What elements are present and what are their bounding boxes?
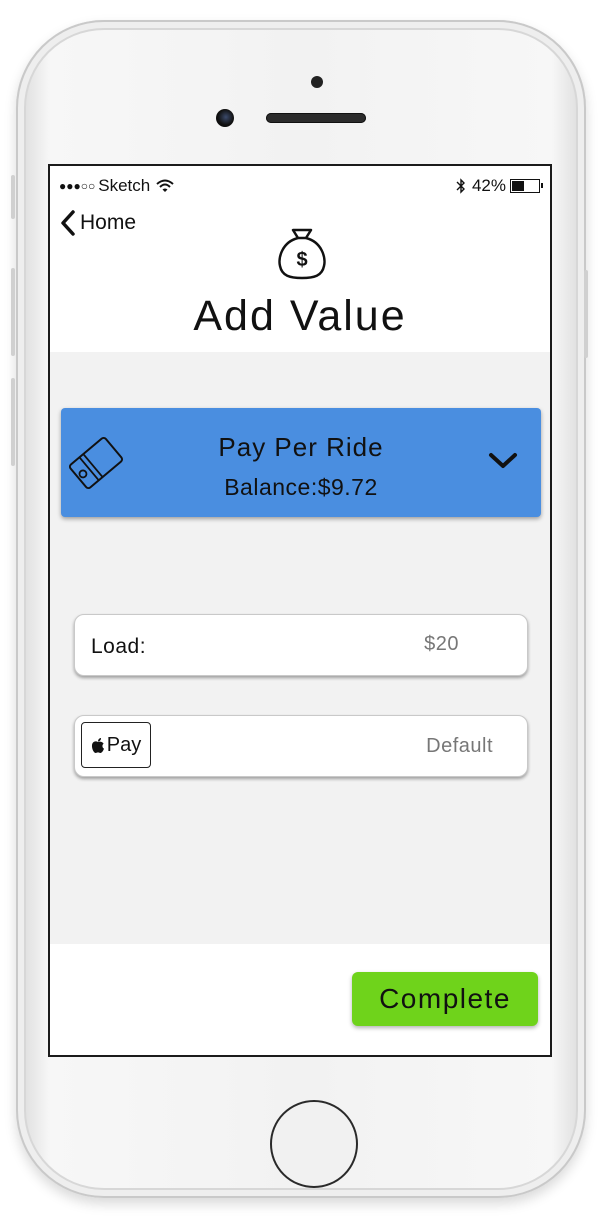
status-bar: ●●●○○ Sketch 42% [50, 174, 550, 198]
battery-percent: 42% [471, 176, 506, 195]
app-screen: ●●●○○ Sketch 42% Home $ Add Value Pay Pe… [48, 164, 552, 1057]
mute-switch[interactable] [11, 175, 15, 219]
chevron-left-icon [61, 210, 75, 236]
home-button[interactable] [270, 1100, 358, 1188]
fare-card-selector[interactable]: Pay Per Ride Balance:$9.72 [61, 408, 541, 517]
payment-method-field[interactable]: Pay Default [74, 715, 528, 777]
svg-text:$: $ [296, 249, 307, 271]
back-button[interactable]: Home [60, 210, 136, 236]
wifi-icon [156, 179, 174, 192]
money-bag-icon: $ [278, 228, 326, 280]
content-area: Pay Per Ride Balance:$9.72 Load: $20 Pay… [50, 352, 550, 944]
complete-button[interactable]: Complete [352, 972, 538, 1026]
front-camera [216, 109, 234, 127]
card-name: Pay Per Ride [218, 432, 384, 462]
apple-pay-label: Pay [106, 733, 142, 756]
load-label: Load: [91, 635, 147, 658]
proximity-sensor [311, 76, 323, 88]
chevron-down-icon[interactable] [487, 450, 519, 472]
payment-default-value: Default [426, 735, 493, 757]
volume-down-button[interactable] [11, 378, 15, 466]
volume-up-button[interactable] [11, 268, 15, 356]
load-amount-field[interactable]: Load: $20 [74, 614, 528, 676]
apple-pay-badge: Pay [81, 722, 151, 768]
carrier-name: Sketch [98, 176, 151, 195]
battery-icon [510, 179, 543, 193]
page-title: Add Value [193, 292, 407, 340]
load-amount-value: $20 [424, 633, 459, 655]
status-left: ●●●○○ Sketch [59, 176, 174, 196]
apple-logo-icon [91, 737, 104, 753]
power-button[interactable] [584, 270, 588, 358]
card-balance: Balance:$9.72 [224, 474, 378, 500]
signal-dots: ●●●○○ [59, 179, 96, 193]
status-right: 42% [455, 176, 543, 196]
bluetooth-icon [456, 178, 465, 194]
earpiece-speaker [266, 113, 366, 123]
back-label: Home [80, 211, 137, 234]
